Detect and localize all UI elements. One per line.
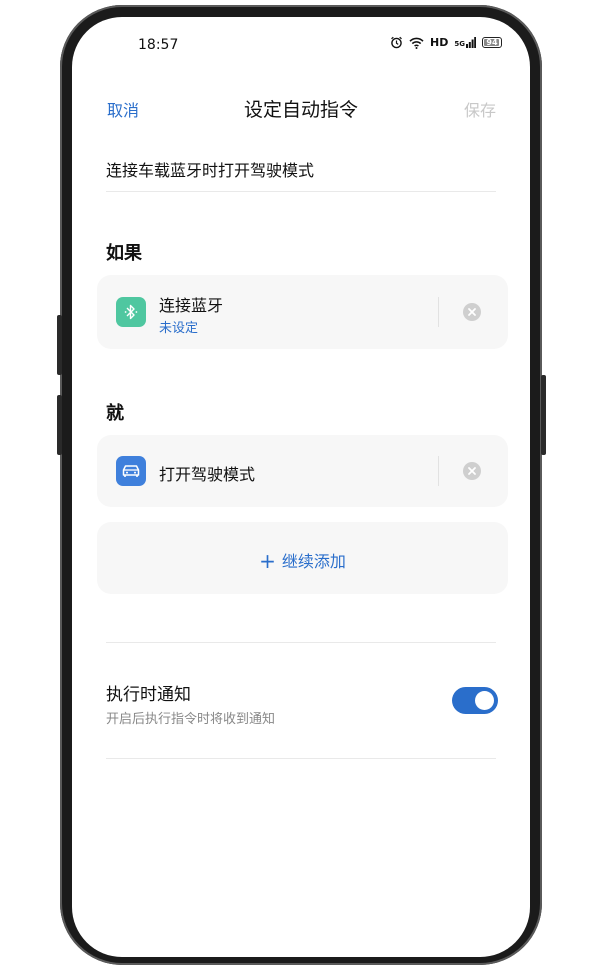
signal-label: 5G — [454, 40, 465, 48]
save-button[interactable]: 保存 — [464, 97, 496, 121]
status-icons: HD 5G 94 — [390, 36, 502, 49]
action-title: 打开驾驶模式 — [159, 465, 256, 484]
card-divider — [438, 456, 439, 486]
phone-side-button-left-2 — [57, 395, 62, 455]
add-more-row[interactable]: + 继续添加 — [97, 548, 508, 573]
card-divider — [438, 297, 439, 327]
notify-title: 执行时通知 — [106, 685, 191, 705]
if-section-label: 如果 — [106, 243, 142, 264]
screen: 18:57 HD 5G 94 取消 设定自动指令 保存 连接车载蓝牙时打开驾驶模… — [72, 17, 530, 957]
bluetooth-icon — [116, 297, 146, 327]
notify-toggle[interactable] — [452, 687, 498, 714]
then-section-label: 就 — [106, 403, 124, 424]
status-bar: 18:57 HD 5G 94 — [72, 17, 530, 67]
condition-subtitle[interactable]: 未设定 — [159, 317, 198, 336]
notify-subtitle: 开启后执行指令时将收到通知 — [106, 712, 276, 727]
battery-level: 94 — [486, 37, 498, 47]
condition-card[interactable]: 连接蓝牙 未设定 — [97, 275, 508, 349]
car-icon — [116, 456, 146, 486]
signal-icon: 5G — [454, 37, 476, 48]
nav-bar: 取消 设定自动指令 保存 — [72, 89, 530, 125]
alarm-icon — [390, 36, 403, 49]
plus-icon: + — [259, 549, 276, 573]
divider — [106, 758, 496, 759]
hd-indicator: HD — [430, 36, 449, 49]
command-name-field[interactable]: 连接车载蓝牙时打开驾驶模式 — [106, 157, 496, 192]
page-title: 设定自动指令 — [243, 99, 358, 121]
add-more-label: 继续添加 — [281, 552, 346, 571]
remove-condition-icon[interactable] — [463, 303, 481, 321]
divider — [106, 642, 496, 643]
phone-side-button-right — [541, 375, 546, 455]
condition-title: 连接蓝牙 — [159, 296, 224, 315]
status-time: 18:57 — [138, 37, 179, 53]
action-card[interactable]: 打开驾驶模式 — [97, 435, 508, 507]
battery-icon: 94 — [482, 37, 502, 48]
add-more-button[interactable]: + 继续添加 — [97, 522, 508, 594]
wifi-icon — [409, 37, 424, 49]
toggle-knob — [475, 691, 494, 710]
phone-side-button-left — [57, 315, 62, 375]
remove-action-icon[interactable] — [463, 462, 481, 480]
